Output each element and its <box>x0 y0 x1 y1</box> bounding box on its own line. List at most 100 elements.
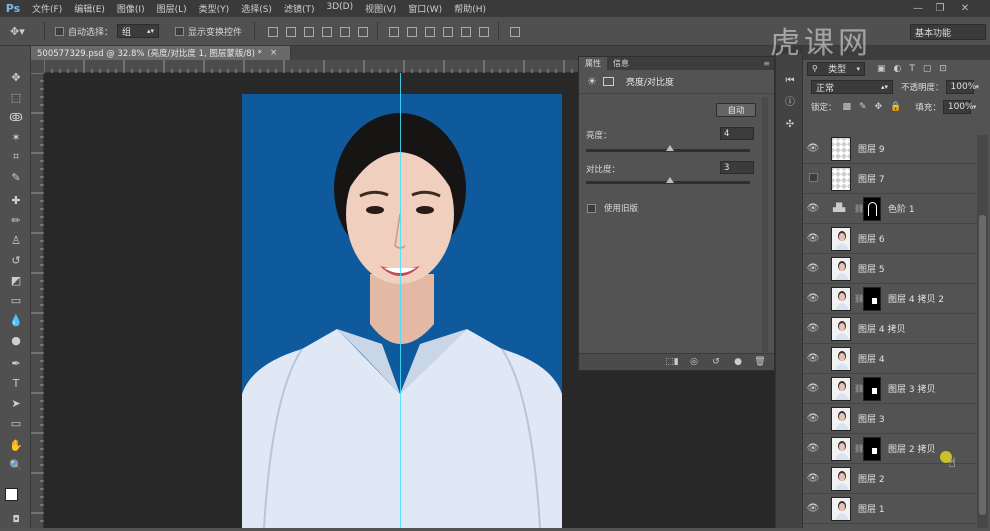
visibility-eye-icon[interactable]: 👁 <box>803 203 823 214</box>
contrast-slider-thumb[interactable] <box>665 177 674 183</box>
menu-item[interactable]: 图像(I) <box>111 2 151 15</box>
layer-thumbnail[interactable] <box>831 286 851 311</box>
history-panel-icon[interactable]: ⏮ <box>782 72 798 88</box>
show-transform-checkbox[interactable] <box>175 26 185 36</box>
layer-thumbnail[interactable] <box>831 406 851 431</box>
distribute-left-icon[interactable] <box>440 25 454 37</box>
lock-pixels-icon[interactable]: ✎ <box>859 102 867 112</box>
vertical-guide-line[interactable] <box>400 73 401 528</box>
close-tab-icon[interactable]: × <box>270 48 277 58</box>
menu-item[interactable]: 帮助(H) <box>448 2 492 15</box>
restore-icon[interactable]: ❐ <box>930 0 950 17</box>
contrast-slider[interactable] <box>586 177 750 184</box>
menu-item[interactable]: 选择(S) <box>235 2 278 15</box>
distribute-bottom-icon[interactable] <box>422 25 436 37</box>
visibility-eye-icon[interactable] <box>803 172 823 185</box>
layer-row[interactable]: 👁 图层 9 <box>803 134 979 164</box>
hand-tool[interactable]: ✋ <box>7 436 25 454</box>
align-hcenter-icon[interactable] <box>337 25 351 37</box>
vertical-ruler[interactable] <box>31 72 44 528</box>
auto-select-checkbox[interactable] <box>55 26 64 36</box>
layer-row[interactable]: 👁 图层 5 <box>803 254 979 284</box>
layer-thumbnail[interactable] <box>831 316 851 341</box>
brightness-slider-thumb[interactable] <box>665 145 674 151</box>
move-tool[interactable]: ✥ <box>7 68 25 86</box>
mask-link-icon[interactable]: ⛓ <box>854 294 864 303</box>
marquee-tool[interactable]: ⬚ <box>7 88 25 106</box>
mask-link-icon[interactable]: ⛓ <box>854 444 864 453</box>
filter-pixel-icon[interactable]: ▣ <box>877 64 886 74</box>
filter-smart-object-icon[interactable]: ⊡ <box>939 64 947 74</box>
layer-row[interactable]: 图层 7 <box>803 164 979 194</box>
path-select-tool[interactable]: ➤ <box>7 394 25 412</box>
blend-mode-dropdown[interactable]: 正常 ▴▾ <box>811 80 893 94</box>
menu-item[interactable]: 滤镜(T) <box>278 2 321 15</box>
visibility-eye-icon[interactable]: 👁 <box>803 503 823 514</box>
layer-thumbnail[interactable] <box>831 136 851 161</box>
visibility-eye-icon[interactable]: 👁 <box>803 293 823 304</box>
visibility-icon[interactable]: ● <box>730 356 746 368</box>
layer-mask-thumbnail[interactable] <box>863 436 881 461</box>
mask-link-icon[interactable]: ⛓ <box>854 384 864 393</box>
visibility-eye-icon[interactable]: 👁 <box>803 233 823 244</box>
layer-row[interactable]: 👁 图层 4 <box>803 344 979 374</box>
align-top-icon[interactable] <box>265 25 279 37</box>
reset-icon[interactable]: ↺ <box>708 356 724 368</box>
filter-type-icon[interactable]: T <box>909 64 915 74</box>
layer-row[interactable]: 👁 ▟▙ ⛓ 色阶 1 <box>803 194 979 224</box>
layer-thumbnail[interactable] <box>831 436 851 461</box>
layer-filter-dropdown[interactable]: ⚲ 类型 ▾ <box>807 61 865 76</box>
stamp-tool[interactable]: ♙ <box>7 231 25 249</box>
menu-item[interactable]: 3D(D) <box>320 2 359 15</box>
visibility-eye-icon[interactable]: 👁 <box>803 413 823 424</box>
distribute-hcenter-icon[interactable] <box>458 25 472 37</box>
layer-thumbnail[interactable] <box>831 256 851 281</box>
use-legacy-row[interactable]: 使用旧版 <box>587 202 638 214</box>
menu-item[interactable]: 图层(L) <box>151 2 193 15</box>
distribute-right-icon[interactable] <box>476 25 490 37</box>
fill-dropdown-icon[interactable]: ▾ <box>973 103 977 111</box>
contrast-value-field[interactable]: 3 <box>720 161 754 174</box>
visibility-eye-icon[interactable]: 👁 <box>803 443 823 454</box>
tab-properties[interactable]: 属性 <box>579 57 607 70</box>
move-tool-icon[interactable]: ✥▾ <box>10 25 30 38</box>
crop-tool[interactable]: ⌗ <box>7 148 25 166</box>
brush-tool[interactable]: ✏ <box>7 211 25 229</box>
properties-scrollbar[interactable] <box>762 97 768 352</box>
layer-row[interactable]: 👁 ⛓ 图层 4 拷贝 2 <box>803 284 979 314</box>
document-tab[interactable]: 500577329.psd @ 32.8% (亮度/对比度 1, 图层蒙版/8)… <box>31 46 291 60</box>
quick-mask-icon[interactable]: ◘ <box>7 514 25 526</box>
layer-row[interactable]: 👁 图层 6 <box>803 224 979 254</box>
mask-link-icon[interactable]: ⛓ <box>854 204 864 213</box>
shape-tool[interactable]: ▭ <box>7 414 25 432</box>
layer-thumbnail[interactable] <box>831 346 851 371</box>
menu-item[interactable]: 窗口(W) <box>402 2 448 15</box>
layer-mask-thumbnail[interactable] <box>863 286 881 311</box>
filter-adjustment-icon[interactable]: ◐ <box>894 64 902 74</box>
visibility-eye-icon[interactable]: 👁 <box>803 143 823 154</box>
close-window-icon[interactable]: ✕ <box>955 0 975 17</box>
foreground-color-swatch[interactable] <box>5 488 18 501</box>
view-previous-icon[interactable]: ◎ <box>686 356 702 368</box>
menu-item[interactable]: 文件(F) <box>26 2 68 15</box>
visibility-eye-icon[interactable]: 👁 <box>803 473 823 484</box>
opacity-dropdown-icon[interactable]: ▾ <box>976 83 980 91</box>
delete-icon[interactable]: 🗑 <box>752 356 768 368</box>
eraser-tool[interactable]: ◩ <box>7 271 25 289</box>
layers-scrollbar[interactable] <box>977 135 988 528</box>
visibility-eye-icon[interactable]: 👁 <box>803 383 823 394</box>
blur-tool[interactable]: 💧 <box>7 311 25 329</box>
eyedropper-tool[interactable]: ✎ <box>7 168 25 186</box>
layer-thumbnail[interactable] <box>831 226 851 251</box>
layers-scroll-thumb[interactable] <box>979 215 986 515</box>
panel-menu-icon[interactable]: ≡ <box>763 59 770 68</box>
distribute-vcenter-icon[interactable] <box>404 25 418 37</box>
layer-row[interactable]: 👁 图层 3 <box>803 404 979 434</box>
use-legacy-checkbox[interactable] <box>587 203 596 213</box>
magic-wand-tool[interactable]: ✶ <box>7 128 25 146</box>
lock-position-icon[interactable]: ✥ <box>875 102 883 112</box>
brightness-value-field[interactable]: 4 <box>720 127 754 140</box>
layer-mask-thumbnail[interactable] <box>863 376 881 401</box>
brightness-slider[interactable] <box>586 145 750 152</box>
align-bottom-icon[interactable] <box>301 25 315 37</box>
